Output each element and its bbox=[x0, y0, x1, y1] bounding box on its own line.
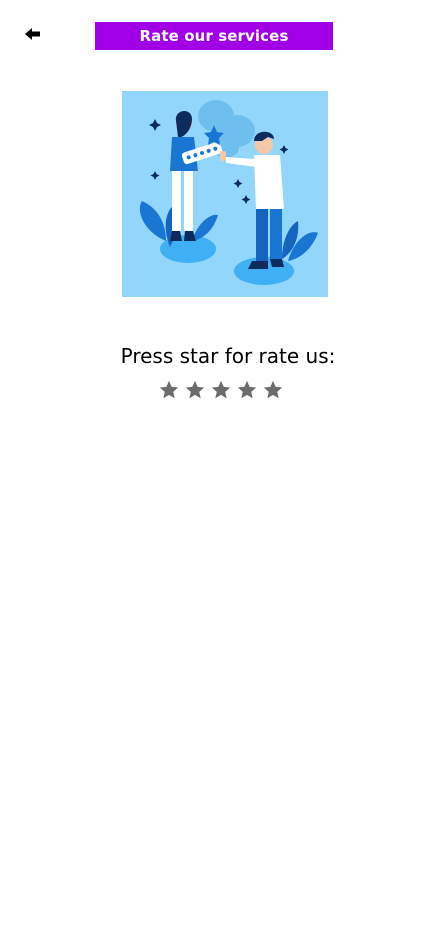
star-icon bbox=[211, 380, 231, 399]
star-icon bbox=[263, 380, 283, 399]
arrow-left-icon bbox=[25, 28, 40, 40]
star-icon bbox=[185, 380, 205, 399]
page-title: Rate our services bbox=[139, 27, 289, 45]
star-1-button[interactable] bbox=[158, 378, 180, 402]
title-bar: Rate our services bbox=[95, 22, 333, 50]
star-4-button[interactable] bbox=[236, 378, 258, 402]
star-5-button[interactable] bbox=[262, 378, 284, 402]
star-2-button[interactable] bbox=[184, 378, 206, 402]
rating-illustration bbox=[122, 91, 328, 297]
rating-prompt: Press star for rate us: bbox=[0, 344, 428, 368]
star-rating bbox=[158, 378, 284, 402]
back-button[interactable] bbox=[24, 26, 42, 42]
star-3-button[interactable] bbox=[210, 378, 232, 402]
star-icon bbox=[159, 380, 179, 399]
rating-prompt-text: Press star for rate us: bbox=[120, 344, 336, 368]
star-icon bbox=[237, 380, 257, 399]
